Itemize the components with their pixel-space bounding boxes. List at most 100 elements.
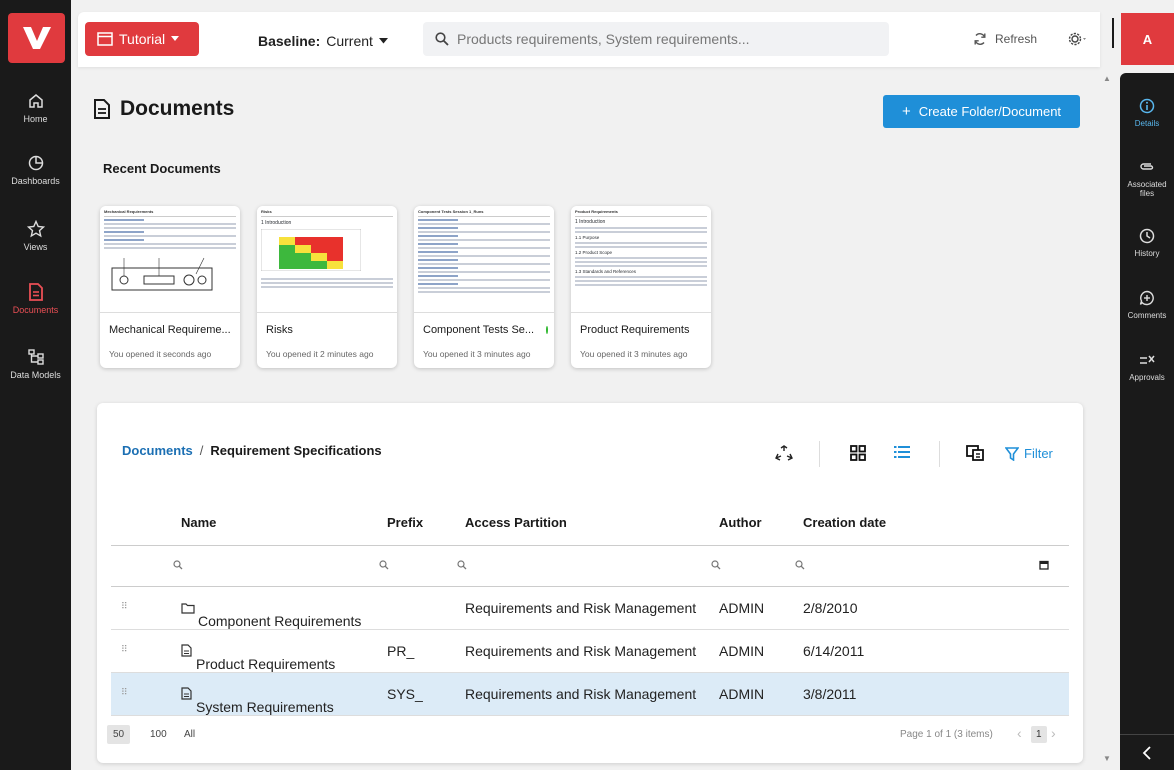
paperclip-icon [1139, 156, 1155, 178]
thumbnail-title: Mechanical Requirements [104, 209, 236, 217]
document-icon [181, 687, 192, 700]
panel-tab-comments[interactable]: Comments [1120, 287, 1174, 320]
drag-handle-icon[interactable]: ⠿ [121, 601, 128, 612]
breadcrumb: Documents / Requirement Specifications [122, 443, 382, 458]
row-name-text[interactable]: Product Requirements [196, 656, 335, 672]
calendar-icon[interactable] [1039, 560, 1049, 570]
next-page-icon[interactable]: › [1051, 725, 1056, 741]
column-header-prefix[interactable]: Prefix [387, 515, 423, 530]
grid-view-button[interactable] [850, 445, 866, 466]
page-size-50[interactable]: 50 [107, 725, 131, 744]
page-info: Page 1 of 1 (3 items) [900, 729, 993, 740]
panel-tab-details[interactable]: Details [1120, 95, 1174, 128]
nav-item-data-models[interactable]: Data Models [0, 344, 71, 400]
panel-tab-label: Details [1134, 119, 1160, 128]
column-header-name[interactable]: Name [181, 515, 216, 530]
preview-toggle-button[interactable] [966, 445, 984, 466]
refresh-button[interactable]: Refresh [973, 32, 1037, 46]
table-row[interactable]: ⠿ Component Requirements Requirements an… [111, 587, 1069, 630]
nav-item-dashboards[interactable]: Dashboards [0, 150, 71, 206]
panel-tab-associated-files[interactable]: Associated files [1120, 156, 1174, 198]
app-logo[interactable] [8, 13, 65, 63]
card-title: Component Tests Se... [423, 324, 548, 336]
row-name-text[interactable]: Component Requirements [198, 613, 361, 629]
top-bar: Tutorial Baseline: Current Refresh [78, 12, 1100, 67]
search-icon[interactable] [379, 560, 389, 570]
recent-document-card[interactable]: Component Tests Session 1_Runs Component… [414, 206, 554, 368]
column-header-access-partition[interactable]: Access Partition [465, 515, 567, 530]
column-header-author[interactable]: Author [719, 515, 762, 530]
caret-down-icon [378, 38, 388, 44]
search-icon[interactable] [795, 560, 805, 570]
create-folder-document-button[interactable]: + Create Folder/Document [883, 95, 1080, 128]
filter-button[interactable]: Filter [1005, 446, 1053, 461]
document-thumbnail: Component Tests Session 1_Runs [414, 206, 554, 313]
nav-item-views[interactable]: Views [0, 216, 71, 272]
document-thumbnail: Product Requirements 1 Introduction 1.1 … [571, 206, 711, 313]
status-dot [546, 326, 548, 334]
row-author: ADMIN [719, 686, 765, 702]
search-icon[interactable] [711, 560, 721, 570]
prev-page-icon[interactable]: ‹ [1017, 725, 1022, 741]
search-icon[interactable] [457, 560, 467, 570]
panel-tab-approvals[interactable]: Approvals [1120, 349, 1174, 382]
nav-item-home[interactable]: Home [0, 88, 71, 144]
data-model-icon [27, 344, 45, 370]
page-size-100[interactable]: 100 [144, 725, 173, 744]
nav-item-documents[interactable]: Documents [0, 279, 71, 335]
nav-label-dashboards: Dashboards [11, 176, 60, 186]
create-label: Create Folder/Document [918, 104, 1062, 119]
tutorial-label: Tutorial [119, 31, 166, 47]
plus-icon: + [901, 103, 911, 120]
row-name: Component Requirements [181, 600, 361, 629]
page-number-current[interactable]: 1 [1031, 726, 1047, 743]
card-opened-time: You opened it 3 minutes ago [423, 349, 531, 359]
recent-document-card[interactable]: Risks 1 Introduction Risks You opened it… [257, 206, 397, 368]
right-panel: Details Associated files History Comment… [1120, 73, 1174, 770]
panel-tab-history[interactable]: History [1120, 225, 1174, 258]
row-name: System Requirements [181, 686, 334, 715]
table-row[interactable]: ⠿ Product Requirements PR_ Requirements … [111, 630, 1069, 673]
window-icon [97, 32, 113, 46]
toolbar-divider [819, 441, 820, 467]
recent-document-card[interactable]: Product Requirements 1 Introduction 1.1 … [571, 206, 711, 368]
page-size-all[interactable]: All [178, 725, 201, 744]
risk-matrix-thumbnail [260, 228, 362, 272]
collapse-panel-button[interactable] [1120, 734, 1174, 770]
scroll-down-arrow[interactable]: ▼ [1103, 754, 1111, 763]
pagination: 50 100 All Page 1 of 1 (3 items) ‹ 1 › [107, 721, 1073, 749]
document-icon [181, 644, 192, 657]
panel-tab-label: History [1134, 249, 1160, 258]
pie-chart-icon [27, 150, 45, 176]
drag-handle-icon[interactable]: ⠿ [121, 687, 128, 698]
refresh-label: Refresh [995, 32, 1038, 46]
table-header: Name Prefix Access Partition Author Crea… [111, 513, 1069, 545]
logo-icon [22, 27, 51, 49]
drag-handle-icon[interactable]: ⠿ [121, 644, 128, 655]
nav-label-home: Home [23, 114, 48, 124]
list-view-button[interactable] [894, 445, 910, 464]
thumbnail-title: Component Tests Session 1_Runs [418, 209, 550, 217]
tutorial-dropdown-button[interactable]: Tutorial [85, 22, 199, 56]
search-input[interactable] [457, 31, 857, 47]
column-header-creation-date[interactable]: Creation date [803, 515, 886, 530]
breadcrumb-documents-link[interactable]: Documents [122, 443, 193, 458]
global-search [423, 22, 889, 56]
settings-button[interactable] [1068, 32, 1088, 51]
list-view-icon [894, 446, 910, 458]
user-avatar[interactable]: A [1121, 13, 1174, 65]
document-thumbnail: Risks 1 Introduction [257, 206, 397, 313]
scroll-up-arrow[interactable]: ▲ [1103, 74, 1111, 83]
search-icon[interactable] [173, 560, 183, 570]
baseline-selector[interactable]: Baseline: Current [258, 33, 388, 49]
card-title: Risks [266, 324, 293, 336]
table-row-selected[interactable]: ⠿ System Requirements SYS_ Requirements … [111, 673, 1069, 716]
recent-document-card[interactable]: Mechanical Requirements Mechanical Requi… [100, 206, 240, 368]
row-author: ADMIN [719, 643, 765, 659]
grid-view-icon [850, 445, 866, 461]
row-name-text[interactable]: System Requirements [196, 699, 334, 715]
row-prefix: SYS_ [387, 686, 423, 702]
card-opened-time: You opened it 2 minutes ago [266, 349, 374, 359]
recycle-bin-button[interactable] [775, 445, 793, 468]
recent-documents-heading: Recent Documents [103, 161, 221, 176]
